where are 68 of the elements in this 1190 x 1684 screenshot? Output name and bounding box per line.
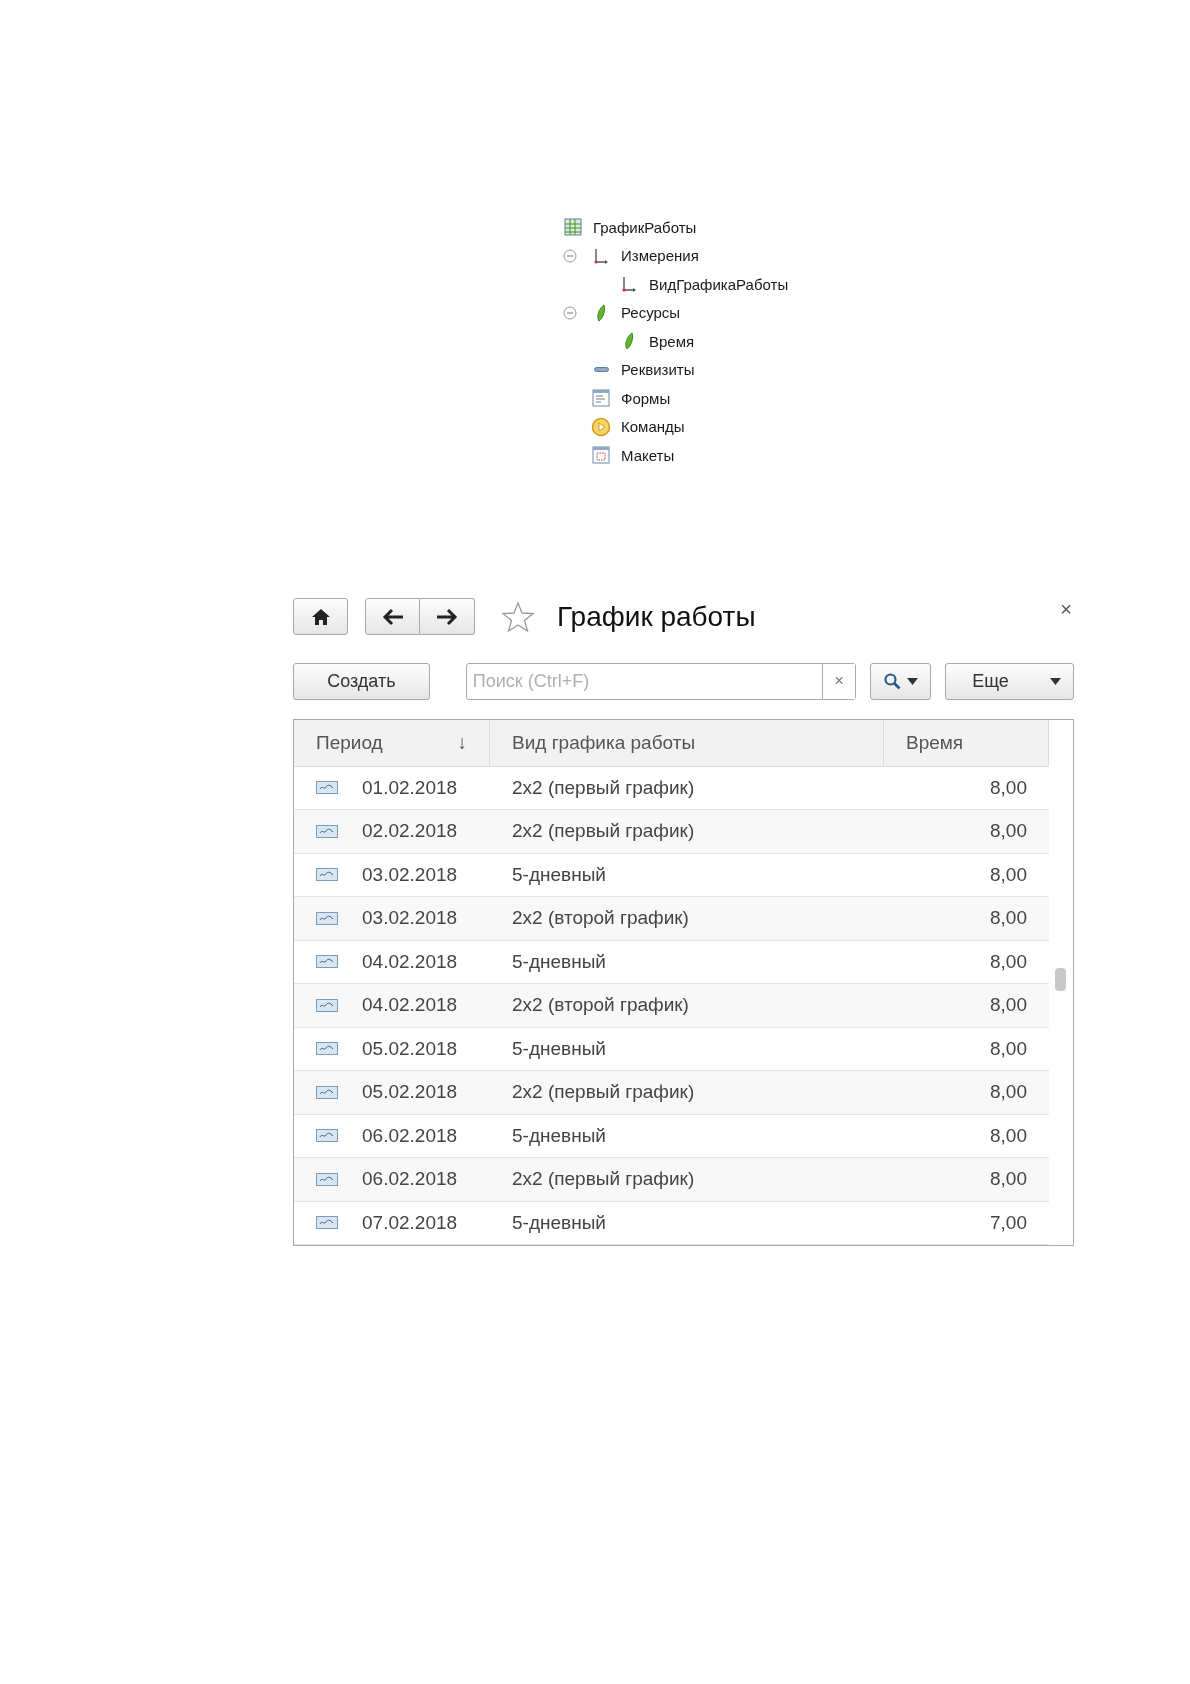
table-cell: 05.02.2018: [362, 1037, 458, 1060]
record-icon: [316, 911, 338, 925]
search-field[interactable]: Поиск (Ctrl+F) ×: [465, 662, 857, 700]
tree-item[interactable]: Реквизиты: [621, 361, 695, 379]
dash-icon: [593, 367, 609, 373]
table-cell: 03.02.2018: [362, 863, 458, 886]
forward-button[interactable]: [420, 598, 475, 635]
tree-item[interactable]: Ресурсы: [621, 304, 681, 322]
table-cell: 06.02.2018: [362, 1168, 458, 1191]
table-cell: 8,00: [884, 810, 1049, 854]
record-icon: [316, 1129, 338, 1143]
play-icon: [591, 416, 611, 437]
tree-item[interactable]: Измерения: [621, 247, 699, 265]
tree-item[interactable]: ГрафикРаботы: [593, 218, 697, 236]
tree-item[interactable]: Время: [649, 332, 695, 350]
home-icon: [310, 607, 331, 626]
table-cell: 04.02.2018: [362, 950, 458, 973]
record-icon: [316, 998, 338, 1012]
table-cell: 07.02.2018: [362, 1211, 458, 1234]
template-icon: [591, 445, 611, 466]
back-button[interactable]: [365, 598, 420, 635]
table-cell: 03.02.2018: [362, 907, 458, 930]
search-button[interactable]: [870, 662, 932, 700]
forward-arrow-icon: [436, 607, 458, 626]
table-cell: 05.02.2018: [362, 1081, 458, 1104]
column-header[interactable]: Вид графика работы: [490, 719, 884, 767]
caret-icon: [1050, 677, 1061, 685]
record-icon: [316, 1042, 338, 1056]
window-title: График работы: [557, 600, 756, 633]
table-cell: 02.02.2018: [362, 820, 458, 843]
table-cell: 2x2 (второй график): [490, 984, 884, 1028]
record-icon: [316, 1172, 338, 1186]
tree-item[interactable]: ВидГрафикаРаботы: [649, 275, 789, 293]
table-cell: 2x2 (первый график): [490, 1158, 884, 1202]
more-button[interactable]: Еще: [945, 662, 1074, 700]
table-icon: [563, 217, 583, 238]
table-cell: 2x2 (второй график): [490, 897, 884, 941]
table-cell: 2x2 (первый график): [490, 810, 884, 854]
form-icon: [591, 388, 611, 409]
tree-item[interactable]: Формы: [621, 389, 671, 407]
table-cell: 06.02.2018: [362, 1124, 458, 1147]
record-icon: [316, 868, 338, 882]
record-icon: [316, 1085, 338, 1099]
caret-icon: [906, 677, 918, 685]
record-icon: [316, 955, 338, 969]
table-cell: 8,00: [884, 897, 1049, 941]
record-icon: [316, 781, 338, 795]
create-button[interactable]: Создать: [293, 662, 430, 700]
table-cell: 8,00: [884, 984, 1049, 1028]
back-arrow-icon: [381, 607, 404, 626]
close-button[interactable]: ×: [1058, 597, 1074, 621]
record-icon: [316, 824, 338, 838]
table-cell: 8,00: [884, 1071, 1049, 1115]
tree-item[interactable]: Команды: [621, 418, 685, 436]
sort-indicator: ↓: [457, 731, 467, 754]
table-cell: 01.02.2018: [362, 776, 458, 799]
star-icon[interactable]: [501, 600, 535, 633]
column-header[interactable]: Время: [884, 719, 1049, 767]
scrollbar-thumb[interactable]: [1055, 967, 1066, 991]
table-cell: 2x2 (первый график): [490, 1071, 884, 1115]
table-cell: 04.02.2018: [362, 994, 458, 1017]
tree-item[interactable]: Макеты: [621, 446, 675, 464]
search-icon: [883, 672, 901, 690]
clear-button[interactable]: ×: [822, 663, 856, 699]
table-cell: 8,00: [884, 1158, 1049, 1202]
record-icon: [316, 1216, 338, 1230]
home-button[interactable]: [293, 598, 348, 635]
column-header[interactable]: Период ↓: [294, 719, 490, 767]
